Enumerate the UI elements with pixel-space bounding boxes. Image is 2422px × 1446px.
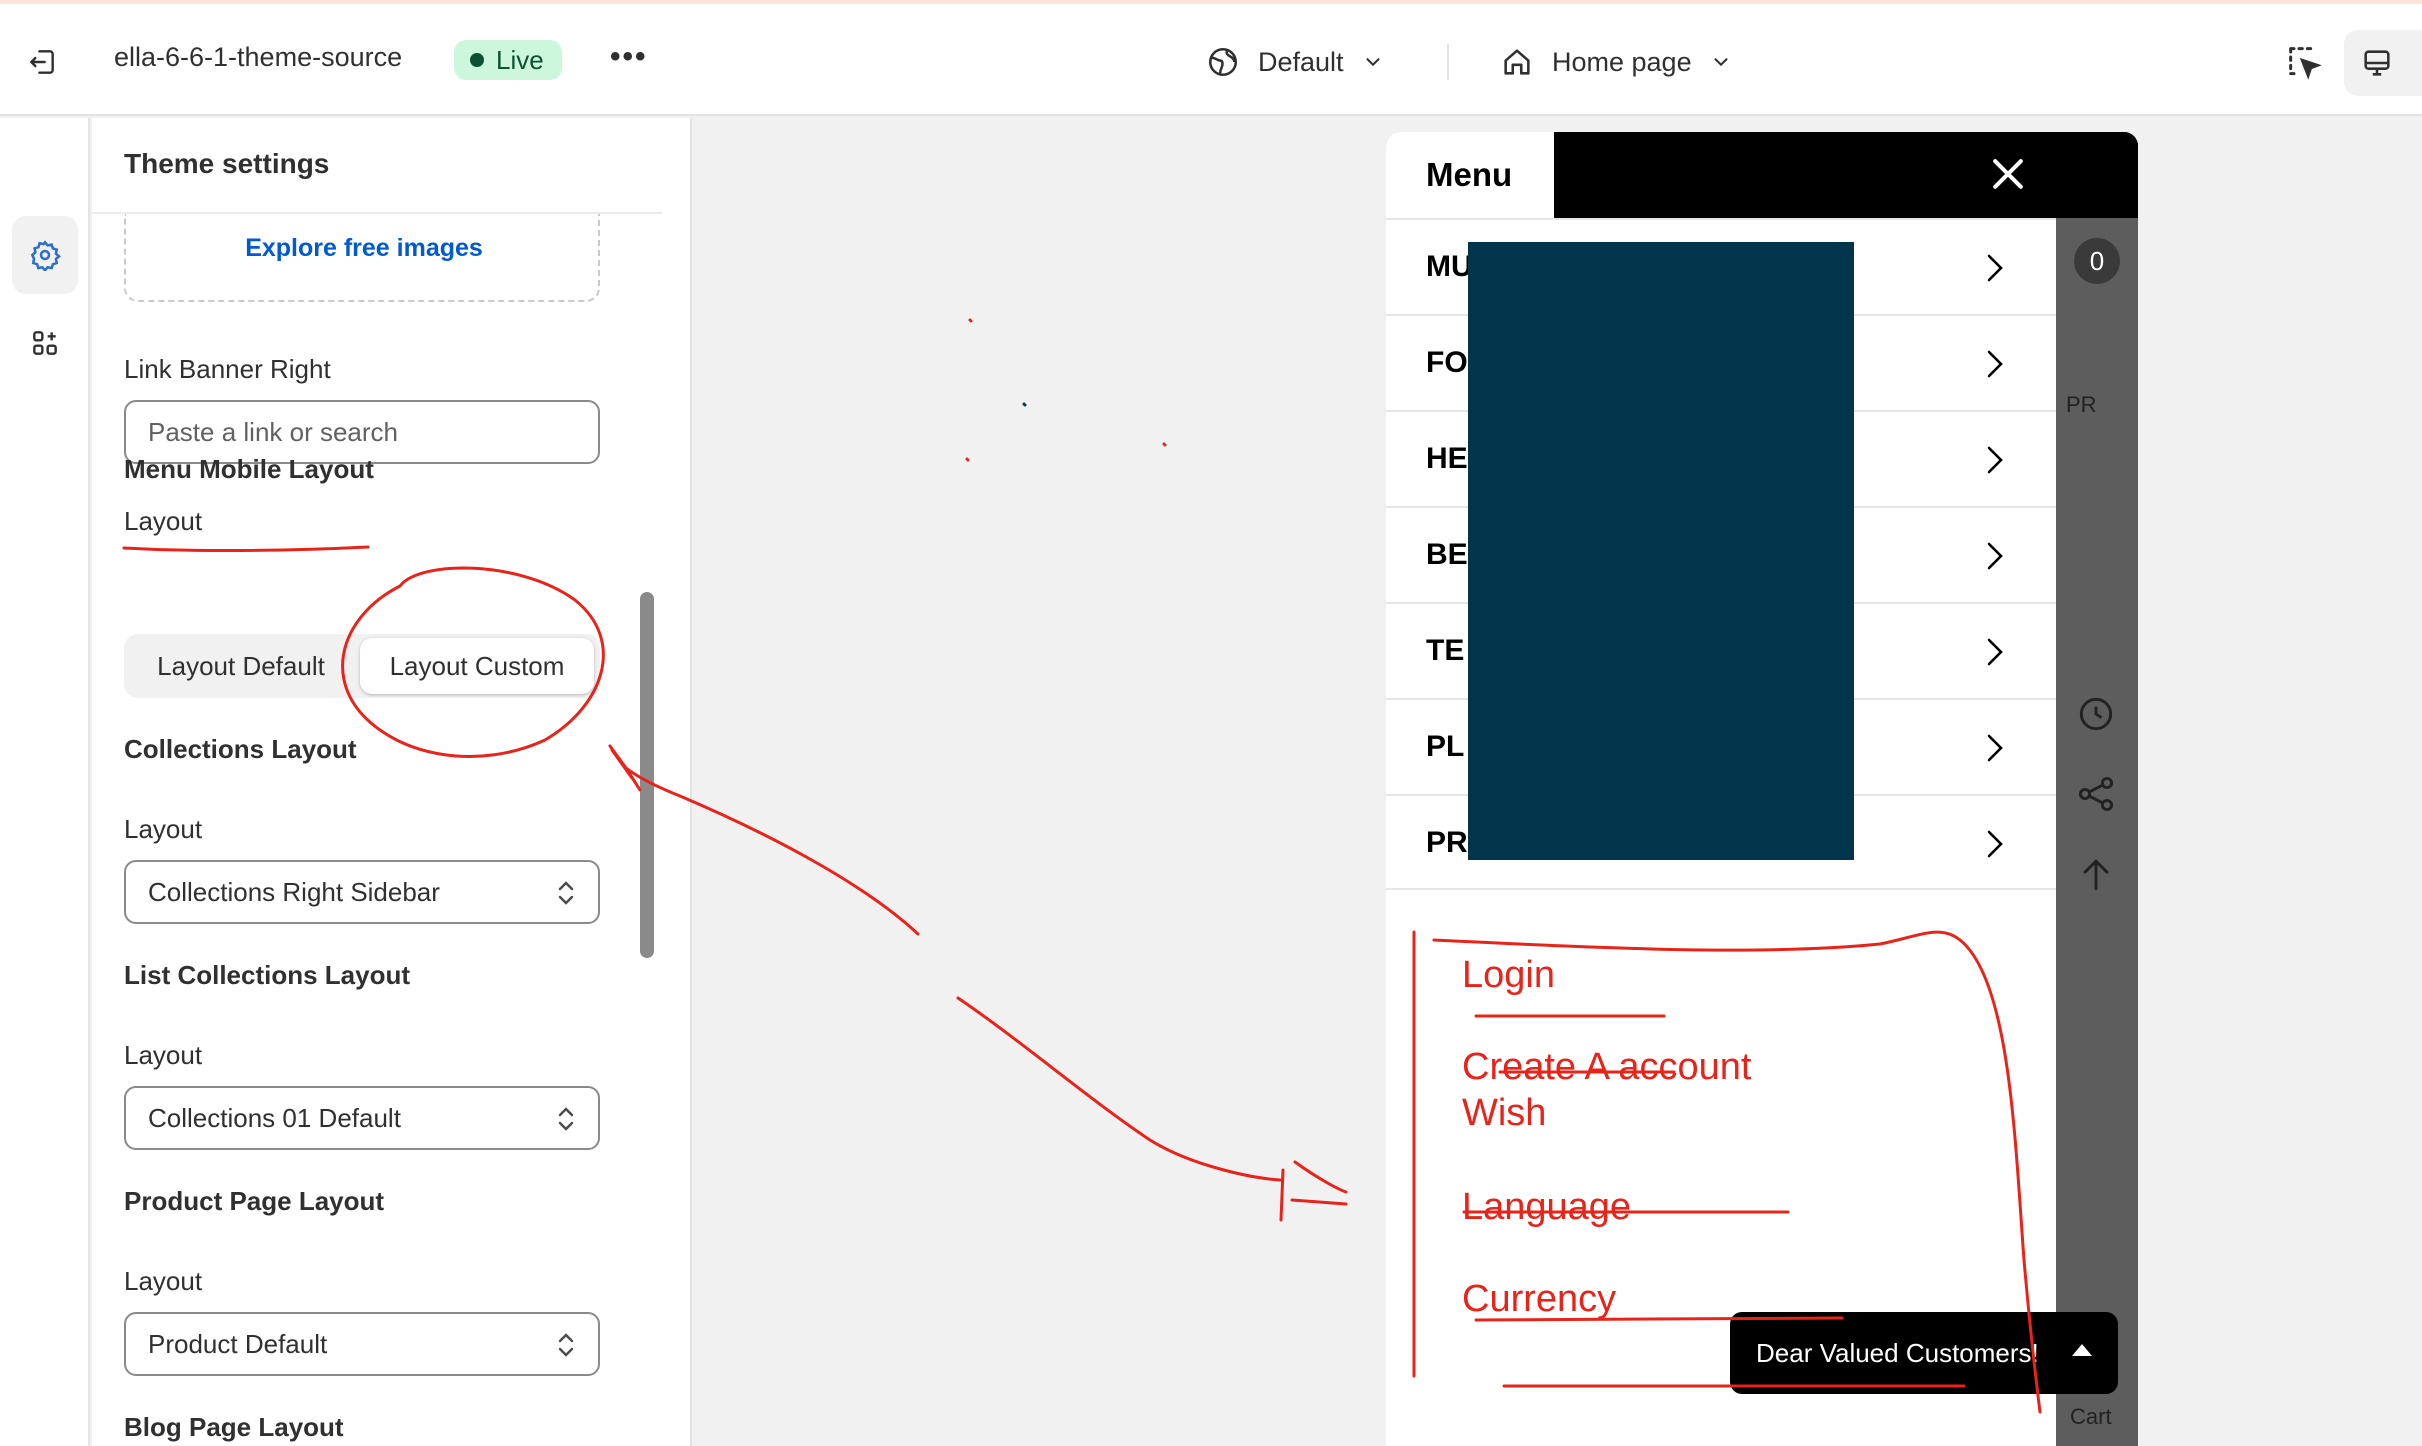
layout-custom-option[interactable]: Layout Custom (360, 638, 594, 694)
list-collections-layout-select[interactable]: Collections 01 Default (124, 1086, 600, 1150)
wishlist-link[interactable]: Wish (1462, 1092, 1546, 1135)
menu-item-label: PR (1426, 826, 1468, 859)
desktop-icon (2364, 50, 2390, 76)
exit-button[interactable] (20, 40, 64, 84)
panel-title: Theme settings (124, 148, 330, 179)
settings-nav-icon-holder (12, 216, 78, 294)
globe-icon (1208, 47, 1238, 77)
blog-page-layout-title: Blog Page Layout (124, 1412, 344, 1442)
announcement-toast[interactable]: Dear Valued Customers! (1730, 1312, 2118, 1394)
menu-item-label: TE (1426, 634, 1465, 667)
collections-layout-label: Layout (124, 814, 203, 844)
explore-free-images-link[interactable]: Explore free images (126, 234, 602, 263)
menu-item-label: PL (1426, 730, 1465, 763)
redaction-block (1468, 242, 1854, 860)
collections-layout-title: Collections Layout (124, 734, 357, 764)
select-chevron-icon (558, 881, 574, 905)
page-selector[interactable]: Home page (1500, 40, 1732, 84)
caret-up-icon (2072, 1344, 2092, 1356)
chevron-down-icon (1714, 58, 1728, 67)
menu-item-label: FO (1426, 346, 1468, 379)
share-icon[interactable] (2074, 772, 2118, 816)
chevron-right-icon (1987, 254, 2003, 282)
language-link[interactable]: Language (1462, 1186, 1631, 1229)
currency-link[interactable]: Currency (1462, 1278, 1616, 1321)
toast-text: Dear Valued Customers! (1756, 1337, 2039, 1368)
drawer-close-bar (1554, 132, 2138, 218)
apps-nav-button[interactable] (12, 304, 78, 382)
cart-count-badge[interactable]: 0 (2074, 238, 2120, 284)
product-page-layout-value: Product Default (148, 1328, 328, 1359)
product-page-layout-select[interactable]: Product Default (124, 1312, 600, 1376)
menu-mobile-layout-title: Menu Mobile Layout (124, 454, 374, 484)
menu-item-label: MU (1426, 250, 1473, 283)
more-actions-button[interactable]: ••• (610, 40, 648, 74)
select-element-icon (2289, 47, 2322, 80)
chevron-right-icon (1987, 542, 2003, 570)
theme-editor: ella-6-6-1-theme-source Live ••• Default… (0, 0, 2422, 1446)
panel-header: Theme settings (92, 118, 662, 214)
live-status-badge: Live (454, 40, 562, 80)
select-chevron-icon (558, 1333, 574, 1357)
create-account-link[interactable]: Create A account (1462, 1046, 1751, 1089)
back-to-top-icon[interactable] (2074, 852, 2118, 896)
image-dropzone[interactable]: Explore free images (124, 214, 600, 302)
theme-name: ella-6-6-1-theme-source (114, 42, 403, 72)
menu-item-label: BE (1426, 538, 1468, 571)
top-bar: ella-6-6-1-theme-source Live ••• Default… (0, 4, 2422, 116)
exit-icon (30, 50, 54, 74)
mobile-preview: 0 PR Cart Menu MU FO HE BE TE PL PR Logi… (1386, 132, 2138, 1446)
login-link[interactable]: Login (1462, 954, 1555, 997)
chevron-down-icon (1366, 58, 1380, 67)
chevron-right-icon (1987, 350, 2003, 378)
live-dot-icon (470, 53, 484, 67)
site-side-text: PR (2066, 392, 2097, 417)
list-collections-layout-label: Layout (124, 1040, 203, 1070)
chevron-right-icon (1987, 734, 2003, 762)
list-collections-layout-value: Collections 01 Default (148, 1102, 401, 1133)
theme-selector-label: Default (1258, 46, 1344, 77)
menu-mobile-layout-segmented: Layout Default Layout Custom (124, 634, 600, 698)
close-icon[interactable] (1986, 152, 2030, 196)
chevron-right-icon (1987, 446, 2003, 474)
select-chevron-icon (558, 1107, 574, 1131)
product-page-layout-title: Product Page Layout (124, 1186, 385, 1216)
history-icon[interactable] (2074, 692, 2118, 736)
device-toggle[interactable] (2344, 30, 2422, 96)
apps-icon (33, 331, 57, 355)
theme-settings-panel: Theme settings Explore free images Link … (92, 118, 692, 1446)
page-selector-label: Home page (1552, 46, 1692, 77)
home-icon (1504, 49, 1530, 75)
list-collections-layout-title: List Collections Layout (124, 960, 411, 990)
left-rail (0, 118, 90, 1446)
collections-layout-value: Collections Right Sidebar (148, 876, 440, 907)
gear-icon (30, 240, 61, 271)
live-status-text: Live (496, 44, 544, 75)
drawer-title: Menu (1426, 156, 1513, 193)
product-page-layout-label: Layout (124, 1266, 203, 1296)
menu-mobile-layout-label: Layout (124, 506, 203, 536)
menu-item-label: HE (1426, 442, 1468, 475)
site-cart-label: Cart (2070, 1404, 2112, 1429)
theme-selector[interactable]: Default (1206, 40, 1384, 84)
collections-layout-select[interactable]: Collections Right Sidebar (124, 860, 600, 924)
link-banner-right-label: Link Banner Right (124, 354, 331, 384)
panel-scrollbar[interactable] (640, 592, 654, 958)
topbar-divider (1447, 44, 1449, 80)
mobile-menu-drawer: Menu MU FO HE BE TE PL PR Login Create A… (1386, 132, 2056, 1446)
chevron-right-icon (1987, 830, 2003, 858)
inspector-button[interactable] (2284, 42, 2324, 82)
chevron-right-icon (1987, 638, 2003, 666)
layout-default-option[interactable]: Layout Default (128, 638, 354, 694)
